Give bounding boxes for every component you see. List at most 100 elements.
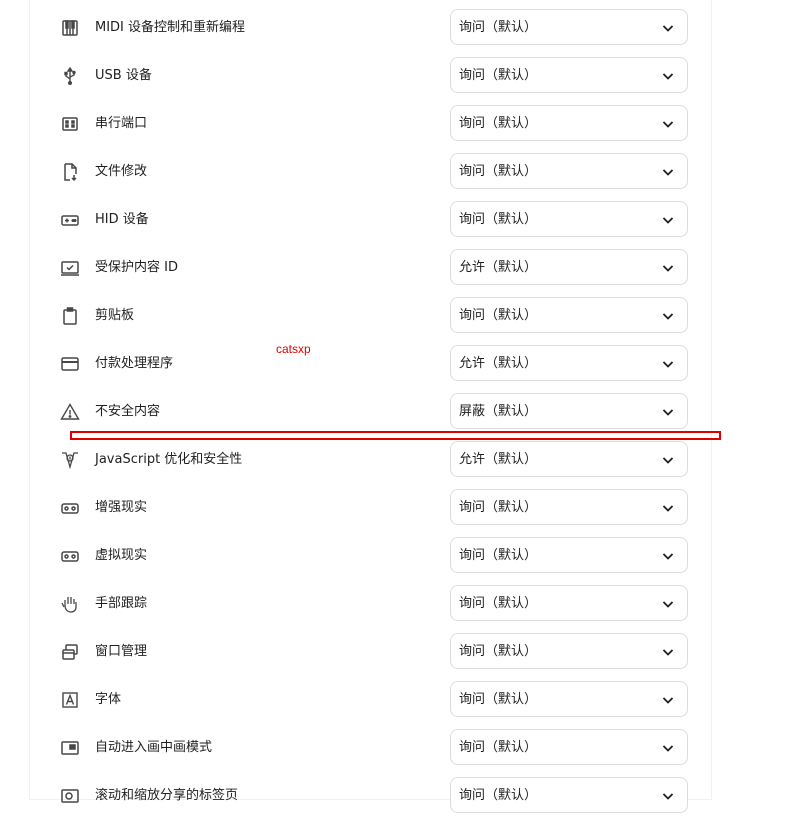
permission-select[interactable]: 询问（默认） — [450, 9, 688, 45]
permission-select[interactable]: 询问（默认） — [450, 681, 688, 717]
chevron-down-icon — [661, 741, 675, 755]
permission-select-value: 询问（默认） — [459, 788, 538, 803]
chevron-down-icon — [661, 165, 675, 179]
permission-row: 增强现实 询问（默认） — [60, 488, 690, 528]
permission-row: MIDI 设备控制和重新编程 询问（默认） — [60, 8, 690, 48]
chevron-down-icon — [661, 549, 675, 563]
permission-label: 虚拟现实 — [95, 548, 148, 563]
chevron-down-icon — [661, 453, 675, 467]
protected-content-icon — [60, 258, 80, 278]
permission-select[interactable]: 允许（默认） — [450, 441, 688, 477]
permission-select[interactable]: 询问（默认） — [450, 297, 688, 333]
chevron-down-icon — [661, 21, 675, 35]
chevron-down-icon — [661, 309, 675, 323]
chevron-down-icon — [661, 405, 675, 419]
permission-select[interactable]: 询问（默认） — [450, 201, 688, 237]
permission-select[interactable]: 屏蔽（默认） — [450, 393, 688, 429]
gamepad-icon — [60, 210, 80, 230]
permission-label: 滚动和缩放分享的标签页 — [95, 788, 239, 803]
permission-select-value: 询问（默认） — [459, 164, 538, 179]
permission-label: 串行端口 — [95, 116, 148, 131]
permission-select[interactable]: 允许（默认） — [450, 249, 688, 285]
window-management-icon — [60, 642, 80, 662]
watermark-text: catsxp — [276, 342, 311, 356]
permission-select[interactable]: 询问（默认） — [450, 105, 688, 141]
clipboard-icon — [60, 306, 80, 326]
permission-label: 受保护内容 ID — [95, 260, 178, 275]
picture-in-picture-icon — [60, 738, 80, 758]
vr-headset-ar-icon — [60, 498, 80, 518]
chevron-down-icon — [661, 69, 675, 83]
permission-select-value: 询问（默认） — [459, 116, 538, 131]
permission-select-value: 询问（默认） — [459, 548, 538, 563]
permission-label: MIDI 设备控制和重新编程 — [95, 20, 246, 35]
chevron-down-icon — [661, 597, 675, 611]
chevron-down-icon — [661, 357, 675, 371]
chevron-down-icon — [661, 645, 675, 659]
permission-row: 手部跟踪 询问（默认） — [60, 584, 690, 624]
permission-row: USB 设备 询问（默认） — [60, 56, 690, 96]
permission-select-value: 询问（默认） — [459, 212, 538, 227]
permission-select-value: 询问（默认） — [459, 644, 538, 659]
chevron-down-icon — [661, 261, 675, 275]
permission-select-value: 询问（默认） — [459, 740, 538, 755]
permission-label: 不安全内容 — [95, 404, 161, 419]
permission-row: JavaScript 优化和安全性 允许（默认） — [60, 440, 690, 480]
permission-label: 手部跟踪 — [95, 596, 148, 611]
permission-select-value: 允许（默认） — [459, 260, 538, 275]
permission-select-value: 询问（默认） — [459, 20, 538, 35]
permission-row: 文件修改 询问（默认） — [60, 152, 690, 192]
permission-row: 窗口管理 询问（默认） — [60, 632, 690, 672]
permission-label: JavaScript 优化和安全性 — [95, 452, 243, 467]
permission-select[interactable]: 询问（默认） — [450, 153, 688, 189]
chevron-down-icon — [661, 693, 675, 707]
usb-icon — [60, 66, 80, 86]
permission-row: 不安全内容 屏蔽（默认） — [60, 392, 690, 432]
permission-label: HID 设备 — [95, 212, 149, 227]
permission-select-value: 屏蔽（默认） — [459, 404, 538, 419]
permission-row: 付款处理程序 允许（默认） — [60, 344, 690, 384]
permission-label: 文件修改 — [95, 164, 148, 179]
payment-card-icon — [60, 354, 80, 374]
permission-select-value: 询问（默认） — [459, 68, 538, 83]
chevron-down-icon — [661, 117, 675, 131]
permission-row: 串行端口 询问（默认） — [60, 104, 690, 144]
v8-javascript-icon — [60, 450, 80, 470]
warning-icon — [60, 402, 80, 422]
permission-select-value: 询问（默认） — [459, 500, 538, 515]
permission-select[interactable]: 允许（默认） — [450, 345, 688, 381]
file-edit-icon — [60, 162, 80, 182]
permission-label: 字体 — [95, 692, 122, 707]
permission-select[interactable]: 询问（默认） — [450, 57, 688, 93]
permission-label: 自动进入画中画模式 — [95, 740, 213, 755]
permission-select[interactable]: 询问（默认） — [450, 633, 688, 669]
serial-port-icon — [60, 114, 80, 134]
permission-select-value: 允许（默认） — [459, 356, 538, 371]
permission-select-value: 允许（默认） — [459, 452, 538, 467]
hand-tracking-icon — [60, 594, 80, 614]
permission-select[interactable]: 询问（默认） — [450, 537, 688, 573]
chevron-down-icon — [661, 213, 675, 227]
chevron-down-icon — [661, 501, 675, 515]
permission-row: 受保护内容 ID 允许（默认） — [60, 248, 690, 288]
permission-select[interactable]: 询问（默认） — [450, 777, 688, 813]
annotation-highlight-box — [70, 431, 721, 440]
permission-select[interactable]: 询问（默认） — [450, 585, 688, 621]
permission-row: 滚动和缩放分享的标签页 询问（默认） — [60, 776, 690, 816]
permission-row: 自动进入画中画模式 询问（默认） — [60, 728, 690, 768]
permission-row: 剪贴板 询问（默认） — [60, 296, 690, 336]
permission-label: 增强现实 — [95, 500, 148, 515]
permission-row: 字体 询问（默认） — [60, 680, 690, 720]
permission-label: 窗口管理 — [95, 644, 148, 659]
permission-label: 付款处理程序 — [95, 356, 174, 371]
scroll-zoom-icon — [60, 786, 80, 806]
permission-select-value: 询问（默认） — [459, 692, 538, 707]
permission-label: 剪贴板 — [95, 308, 135, 323]
permission-select-value: 询问（默认） — [459, 596, 538, 611]
permission-label: USB 设备 — [95, 68, 152, 83]
permission-row: 虚拟现实 询问（默认） — [60, 536, 690, 576]
midi-keyboard-icon — [60, 18, 80, 38]
permission-select[interactable]: 询问（默认） — [450, 729, 688, 765]
permission-select-value: 询问（默认） — [459, 308, 538, 323]
permission-select[interactable]: 询问（默认） — [450, 489, 688, 525]
